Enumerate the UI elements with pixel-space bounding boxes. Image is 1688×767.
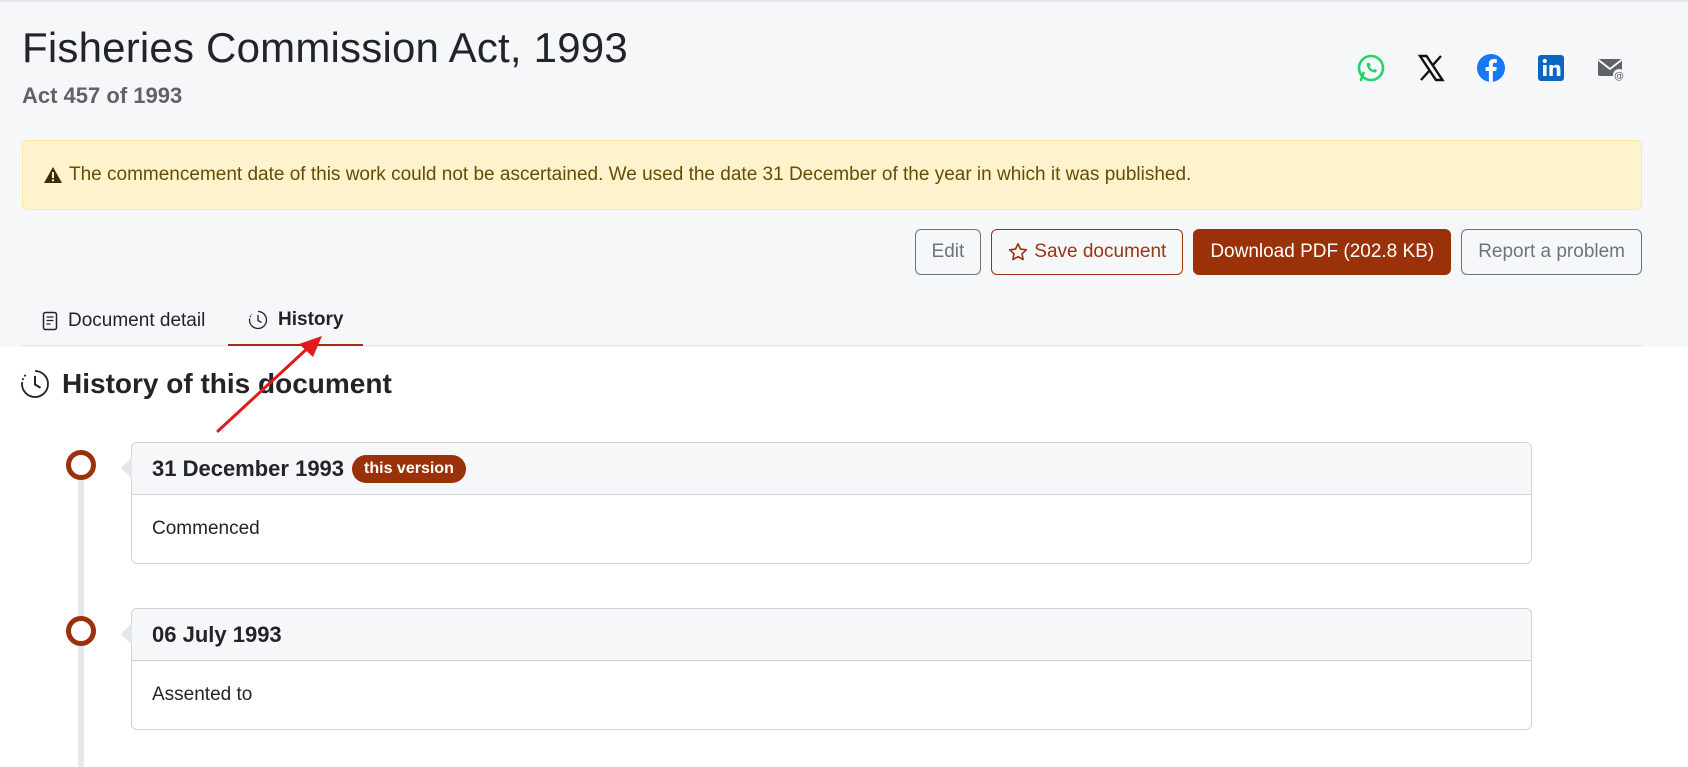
timeline-dot: [66, 616, 96, 646]
report-problem-button[interactable]: Report a problem: [1461, 229, 1642, 275]
page-title: Fisheries Commission Act, 1993: [22, 24, 628, 71]
whatsapp-icon[interactable]: [1355, 52, 1387, 84]
warning-icon: [43, 166, 63, 184]
download-pdf-button[interactable]: Download PDF (202.8 KB): [1193, 229, 1452, 275]
history-entry-body: Assented to: [152, 684, 253, 705]
star-icon: [1008, 242, 1028, 262]
x-icon[interactable]: [1415, 52, 1447, 84]
alert-text: The commencement date of this work could…: [69, 164, 1192, 185]
tab-document-detail-label: Document detail: [68, 310, 206, 331]
email-icon[interactable]: @: [1595, 52, 1627, 84]
history-entry-date: 31 December 1993: [152, 455, 345, 481]
history-entry: 06 July 1993 Assented to: [121, 608, 1532, 730]
history-clock-icon: [20, 369, 50, 399]
history-entry-header: 31 December 1993 this version: [132, 443, 1531, 495]
history-heading: History of this document: [20, 368, 392, 400]
history-heading-text: History of this document: [62, 368, 392, 399]
history-entry-date: 06 July 1993: [152, 621, 282, 647]
document-actions: Edit Save document Download PDF (202.8 K…: [914, 229, 1642, 275]
document-tabs: Document detail History: [22, 296, 1642, 346]
card-caret: [121, 623, 132, 645]
history-entry-header: 06 July 1993: [132, 609, 1531, 661]
document-icon: [42, 311, 58, 331]
facebook-icon[interactable]: [1475, 52, 1507, 84]
history-entry: 31 December 1993 this version Commenced: [121, 442, 1532, 564]
tab-history[interactable]: History: [228, 296, 364, 346]
card-caret: [121, 457, 132, 479]
clock-icon: [248, 310, 268, 330]
page-subtitle: Act 457 of 1993: [22, 83, 183, 108]
history-entry-body: Commenced: [152, 518, 260, 539]
linkedin-icon[interactable]: [1535, 52, 1567, 84]
share-bar: @: [1355, 52, 1627, 84]
tab-history-label: History: [278, 309, 344, 330]
this-version-badge: this version: [352, 454, 466, 483]
commencement-alert: The commencement date of this work could…: [22, 140, 1642, 210]
save-document-label: Save document: [1034, 241, 1167, 262]
timeline-dot: [66, 450, 96, 480]
svg-text:@: @: [1614, 71, 1624, 82]
tab-document-detail[interactable]: Document detail: [22, 296, 225, 346]
save-document-button[interactable]: Save document: [991, 229, 1184, 275]
edit-button[interactable]: Edit: [914, 229, 982, 275]
